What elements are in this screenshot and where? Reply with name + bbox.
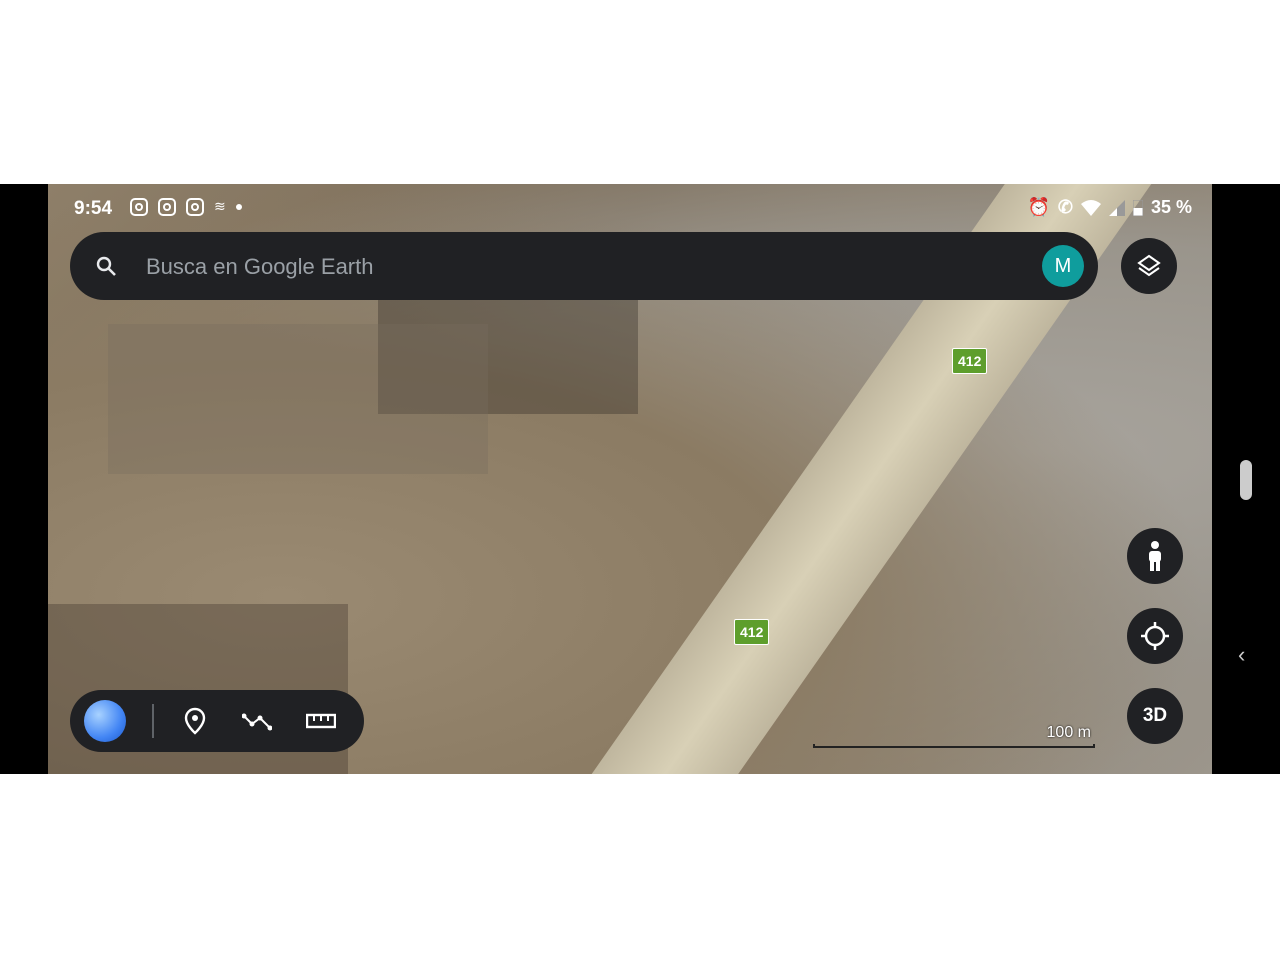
search-bar[interactable]: M xyxy=(70,232,1098,300)
measure-ruler-icon[interactable] xyxy=(306,706,336,736)
layers-icon xyxy=(1137,254,1161,277)
status-time: 9:54 xyxy=(74,198,113,219)
side-panel-handle[interactable] xyxy=(1240,460,1252,500)
instagram-icon xyxy=(130,198,148,216)
signal-icon xyxy=(1108,199,1125,216)
scale-bar xyxy=(813,744,1095,748)
bottom-toolbar xyxy=(70,690,364,752)
earth-icon[interactable] xyxy=(84,700,126,742)
phone-screen: 9:54 ≋ ⏰ ✆ 35 % M xyxy=(0,184,1280,774)
instagram-icon xyxy=(186,198,204,216)
crosshair-icon xyxy=(1141,622,1169,650)
notification-icon: ≋ xyxy=(214,198,226,214)
satellite-map[interactable]: 9:54 ≋ ⏰ ✆ 35 % M xyxy=(48,184,1212,774)
three-d-button[interactable]: 3D xyxy=(1127,688,1183,744)
battery-percent: 35 % xyxy=(1150,197,1192,217)
back-chevron-icon[interactable]: ‹ xyxy=(1238,642,1245,668)
my-location-button[interactable] xyxy=(1127,608,1183,664)
search-input[interactable] xyxy=(144,246,998,288)
route-shield: 412 xyxy=(952,348,988,374)
pegman-icon xyxy=(1149,541,1161,571)
map-scale: 100 m xyxy=(813,724,1095,748)
status-bar: 9:54 ≋ ⏰ ✆ 35 % xyxy=(48,184,1212,232)
dot-icon xyxy=(235,204,242,210)
scale-label: 100 m xyxy=(1046,724,1091,741)
add-placemark-icon[interactable] xyxy=(180,706,210,736)
layers-button[interactable] xyxy=(1121,238,1177,294)
account-avatar[interactable]: M xyxy=(1042,245,1084,287)
wifi-icon xyxy=(1080,199,1101,216)
route-shield: 412 xyxy=(734,619,770,645)
alarm-icon: ⏰ xyxy=(1027,197,1050,217)
instagram-icon xyxy=(158,198,176,216)
draw-path-icon[interactable] xyxy=(242,706,272,736)
field-area xyxy=(108,324,488,474)
toolbar-divider xyxy=(152,704,154,738)
search-icon[interactable] xyxy=(94,254,118,278)
battery-icon xyxy=(1132,199,1143,216)
street-view-button[interactable] xyxy=(1127,528,1183,584)
call-icon: ✆ xyxy=(1057,197,1073,217)
